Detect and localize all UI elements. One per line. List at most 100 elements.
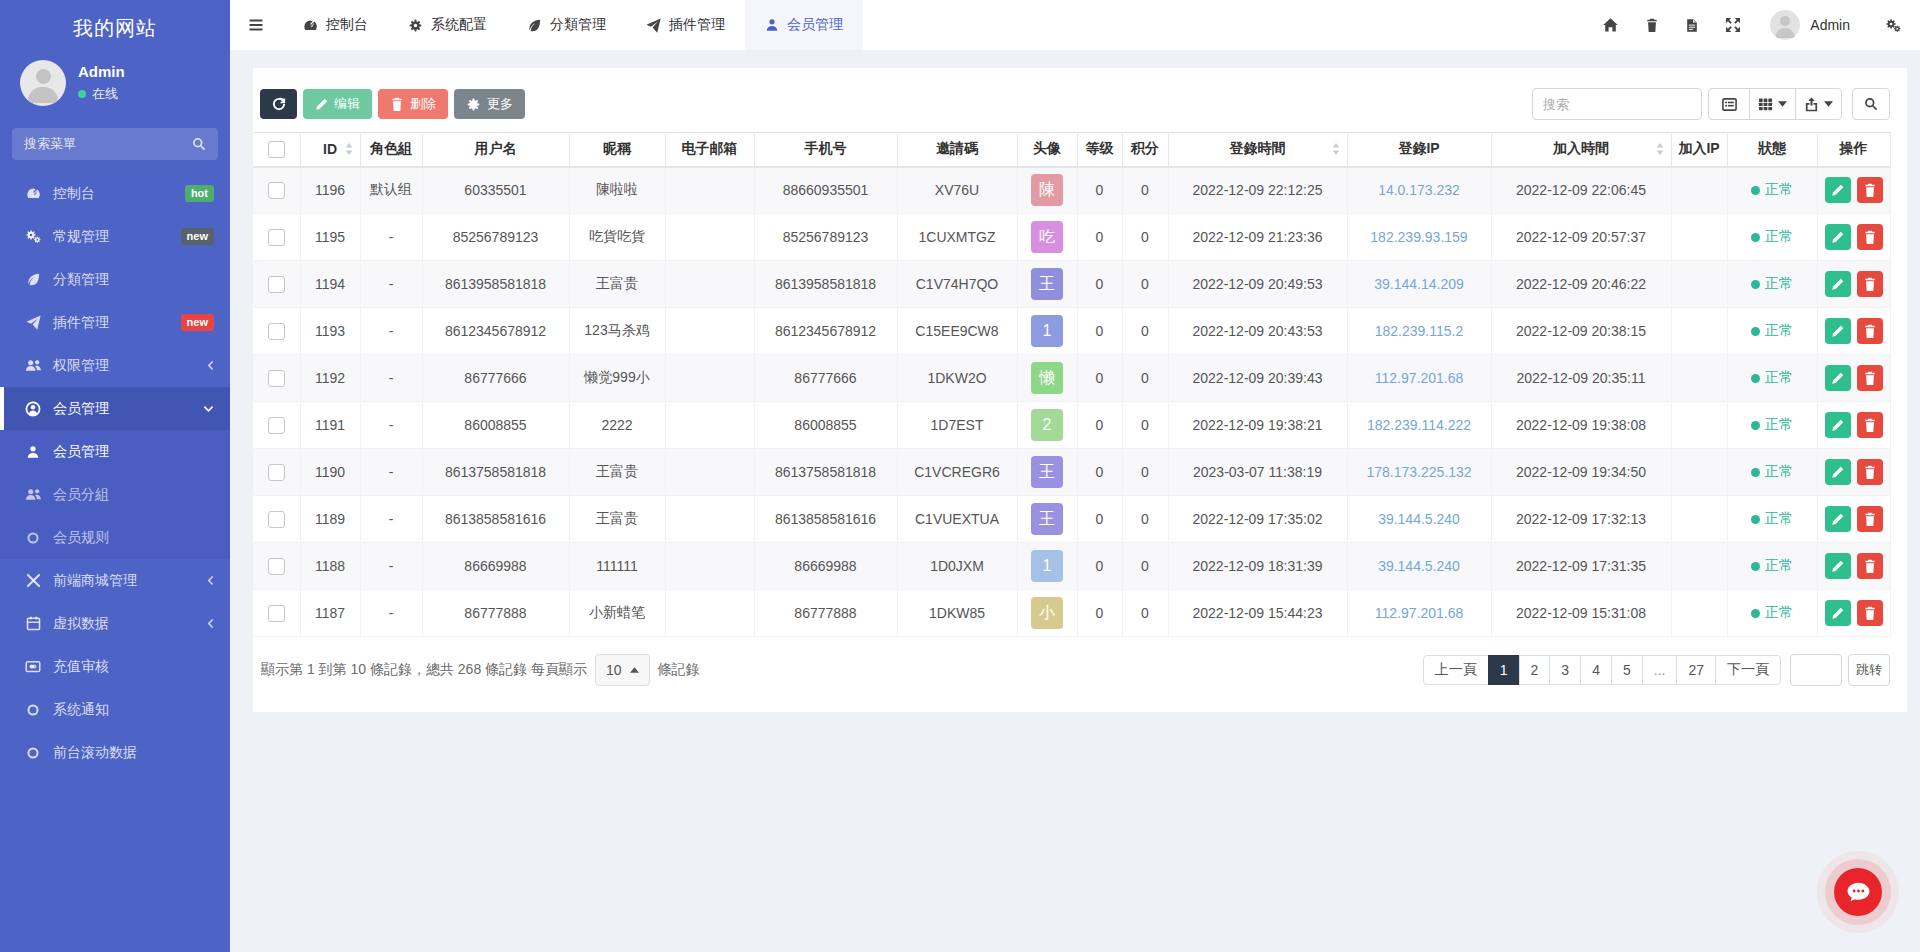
row-delete-button[interactable]: [1857, 553, 1883, 579]
navbar-avatar[interactable]: [1770, 10, 1800, 40]
row-edit-button[interactable]: [1825, 271, 1851, 297]
row-checkbox[interactable]: [268, 511, 285, 528]
sort-icon[interactable]: [1332, 143, 1340, 155]
sidebar-item-7[interactable]: 虚拟数据: [0, 602, 230, 645]
column-header[interactable]: 加入時間: [1491, 133, 1671, 167]
sidebar-item-8[interactable]: 充值审核: [0, 645, 230, 688]
search-button[interactable]: [1852, 88, 1890, 120]
more-button[interactable]: 更多: [454, 89, 525, 119]
row-edit-button[interactable]: [1825, 365, 1851, 391]
sidebar-search-input[interactable]: 搜索菜單: [12, 128, 218, 160]
column-header[interactable]: 登錄時間: [1168, 133, 1347, 167]
row-checkbox[interactable]: [268, 417, 285, 434]
sidebar-item-2[interactable]: 分類管理: [0, 258, 230, 301]
tab-2[interactable]: 分類管理: [507, 0, 626, 50]
detail-view-button[interactable]: [1708, 88, 1750, 120]
sidebar-item-10[interactable]: 前台滚动数据: [0, 731, 230, 774]
clear-cache-icon[interactable]: [1672, 18, 1712, 33]
tab-4[interactable]: 会员管理: [745, 0, 863, 50]
sort-icon[interactable]: [345, 143, 353, 155]
row-delete-button[interactable]: [1857, 600, 1883, 626]
login-ip-link[interactable]: 112.97.201.68: [1375, 605, 1464, 621]
page-button-4[interactable]: 4: [1580, 655, 1612, 685]
tab-0[interactable]: 控制台: [283, 0, 388, 50]
column-header[interactable]: ID: [300, 133, 360, 167]
row-checkbox[interactable]: [268, 558, 285, 575]
page-size-select[interactable]: 10: [595, 654, 650, 686]
delete-button[interactable]: 删除: [378, 89, 448, 119]
page-button-27[interactable]: 27: [1676, 655, 1716, 685]
row-delete-button[interactable]: [1857, 271, 1883, 297]
sidebar-item-5[interactable]: 会员管理: [0, 387, 230, 430]
page-button-上一頁[interactable]: 上一頁: [1423, 655, 1489, 685]
export-button[interactable]: [1795, 88, 1842, 120]
user-avatar[interactable]: [20, 60, 66, 106]
login-ip-link[interactable]: 182.239.115.2: [1375, 323, 1464, 339]
page-button-下一頁[interactable]: 下一頁: [1715, 655, 1781, 685]
row-delete-button[interactable]: [1857, 412, 1883, 438]
sidebar-item-9[interactable]: 系统通知: [0, 688, 230, 731]
sidebar-item-1[interactable]: 常规管理new: [0, 215, 230, 258]
menu-toggle-icon[interactable]: [230, 0, 283, 50]
login-ip-link[interactable]: 178.173.225.132: [1366, 464, 1471, 480]
page-button-...[interactable]: ...: [1642, 655, 1678, 685]
sidebar-item-4[interactable]: 权限管理: [0, 344, 230, 387]
home-icon[interactable]: [1589, 17, 1632, 33]
sidebar-item-3[interactable]: 插件管理new: [0, 301, 230, 344]
row-delete-button[interactable]: [1857, 365, 1883, 391]
page-button-2[interactable]: 2: [1519, 655, 1551, 685]
avatar: 王: [1031, 268, 1063, 300]
navbar-username[interactable]: Admin: [1810, 17, 1850, 33]
row-edit-button[interactable]: [1825, 459, 1851, 485]
row-delete-button[interactable]: [1857, 318, 1883, 344]
refresh-button[interactable]: [260, 89, 297, 119]
login-ip-link[interactable]: 112.97.201.68: [1375, 370, 1464, 386]
select-all-checkbox[interactable]: [268, 141, 285, 158]
table-search-input[interactable]: [1532, 88, 1702, 120]
tab-3[interactable]: 插件管理: [626, 0, 745, 50]
login-ip-link[interactable]: 39.144.5.240: [1378, 511, 1460, 527]
sidebar-subitem-2[interactable]: 会员规则: [0, 516, 230, 559]
columns-button[interactable]: [1749, 88, 1796, 120]
row-delete-button[interactable]: [1857, 224, 1883, 250]
row-edit-button[interactable]: [1825, 224, 1851, 250]
page-button-1[interactable]: 1: [1488, 655, 1520, 685]
chat-button[interactable]: [1834, 868, 1882, 916]
row-checkbox[interactable]: [268, 605, 285, 622]
row-checkbox[interactable]: [268, 464, 285, 481]
jump-page-input[interactable]: [1790, 654, 1842, 686]
row-edit-button[interactable]: [1825, 553, 1851, 579]
sidebar-item-0[interactable]: 控制台hot: [0, 172, 230, 215]
row-checkbox[interactable]: [268, 229, 285, 246]
sort-icon[interactable]: [1656, 143, 1664, 155]
row-delete-button[interactable]: [1857, 459, 1883, 485]
row-edit-button[interactable]: [1825, 412, 1851, 438]
login-ip-link[interactable]: 182.239.114.222: [1367, 417, 1471, 433]
row-edit-button[interactable]: [1825, 506, 1851, 532]
row-edit-button[interactable]: [1825, 600, 1851, 626]
fullscreen-icon[interactable]: [1712, 17, 1754, 33]
row-delete-button[interactable]: [1857, 506, 1883, 532]
row-checkbox[interactable]: [268, 370, 285, 387]
settings-gears-icon[interactable]: [1872, 18, 1902, 33]
sidebar-item-6[interactable]: 前端商城管理: [0, 559, 230, 602]
page-button-3[interactable]: 3: [1549, 655, 1581, 685]
jump-button[interactable]: 跳转: [1848, 654, 1890, 686]
row-checkbox[interactable]: [268, 323, 285, 340]
row-checkbox[interactable]: [268, 276, 285, 293]
login-ip-link[interactable]: 39.144.5.240: [1378, 558, 1460, 574]
login-ip-link[interactable]: 39.144.14.209: [1374, 276, 1464, 292]
tab-1[interactable]: 系统配置: [388, 0, 507, 50]
row-edit-button[interactable]: [1825, 318, 1851, 344]
sidebar-subitem-1[interactable]: 会员分組: [0, 473, 230, 516]
login-ip-link[interactable]: 14.0.173.232: [1378, 182, 1460, 198]
login-ip-link[interactable]: 182.239.93.159: [1370, 229, 1467, 245]
row-checkbox[interactable]: [268, 182, 285, 199]
sidebar-subitem-0[interactable]: 会员管理: [0, 430, 230, 473]
row-edit-button[interactable]: [1825, 177, 1851, 203]
row-delete-button[interactable]: [1857, 177, 1883, 203]
page-button-5[interactable]: 5: [1611, 655, 1643, 685]
edit-button[interactable]: 编辑: [303, 89, 372, 119]
trash-icon[interactable]: [1632, 18, 1672, 33]
status-dot: [1751, 280, 1760, 289]
